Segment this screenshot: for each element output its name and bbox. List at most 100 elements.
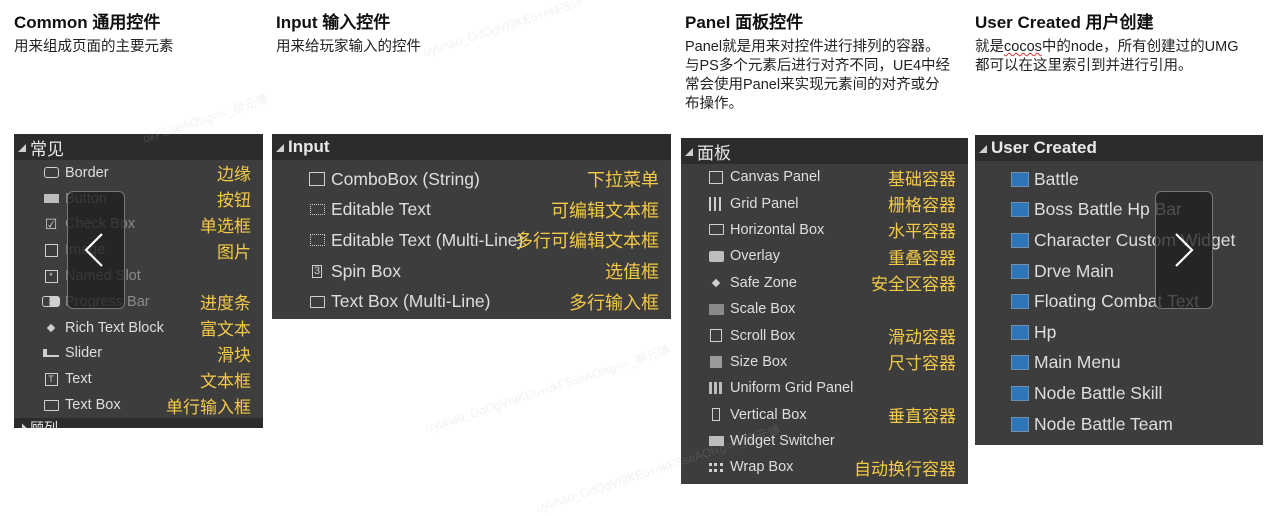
chevron-right-icon (1175, 233, 1194, 267)
user-widget-icon (1011, 385, 1029, 401)
text-icon: T (42, 372, 60, 386)
widget-list-item[interactable]: 3 Spin Box 选值框 (272, 256, 671, 287)
widget-list-item[interactable]: Canvas Panel 基础容器 (681, 164, 968, 190)
chinese-annotation: 富文本 (200, 320, 251, 340)
widget-list-item[interactable]: Main Menu (975, 348, 1263, 379)
widget-list-item[interactable]: Grid Panel 栅格容器 (681, 190, 968, 216)
widget-list-item[interactable]: Border 边缘 (14, 160, 263, 186)
widget-list-item[interactable]: ☑Check Box单选框 (14, 212, 263, 238)
column-title: User Created 用户创建 (975, 13, 1154, 32)
widget-list-item[interactable]: Horizontal Box 水平容器 (681, 217, 968, 243)
user-widget-icon (1011, 202, 1029, 218)
widget-list-item[interactable]: ComboBox (String) 下拉菜单 (272, 164, 671, 195)
widget-label: Text Box (Multi-Line) (331, 291, 491, 312)
widget-list-item[interactable]: Character Custom Widget (975, 225, 1263, 256)
chinese-annotation: 文本框 (200, 371, 251, 391)
widget-list-item[interactable]: Overlay 重叠容器 (681, 243, 968, 269)
chinese-annotation: 单行输入框 (166, 397, 251, 417)
widget-label: Canvas Panel (730, 169, 821, 186)
desc-misspelled-word: cocos (1004, 39, 1042, 55)
grid-panel-icon (707, 196, 725, 211)
widget-list-item[interactable]: Text Box (Multi-Line) 多行输入框 (272, 286, 671, 317)
widget-label: Rich Text Block (65, 319, 164, 336)
widget-list: Canvas Panel 基础容器 Grid Panel 栅格容器 Horizontal… (681, 164, 968, 481)
widget-list-item[interactable]: Battle (975, 164, 1263, 195)
vertical-box-icon (707, 408, 725, 422)
category-header[interactable]: Input (272, 134, 671, 160)
user-widget-icon (1011, 355, 1029, 371)
category-header-next[interactable]: 顾列 (14, 417, 263, 428)
widget-list-item[interactable]: Vertical Box 垂直容器 (681, 402, 968, 428)
widget-list-item[interactable]: Progress Bar进度条 (14, 289, 263, 315)
chinese-annotation: 选值框 (605, 262, 659, 283)
diamond-icon (42, 321, 60, 335)
widget-label: Slider (65, 345, 103, 362)
widget-list-item[interactable]: Widget Switcher (681, 428, 968, 454)
chinese-annotation: 多行输入框 (569, 292, 659, 313)
chinese-annotation: 基础容器 (888, 169, 956, 189)
widget-list-item[interactable]: Floating Combat Text (975, 286, 1263, 317)
widget-list-item[interactable]: Node Battle Team (975, 409, 1263, 440)
editable-text-icon (308, 203, 326, 217)
widget-label: Node Battle Skill (1034, 382, 1163, 403)
widget-list-item[interactable]: Uniform Grid Panel (681, 375, 968, 401)
combobox-icon (308, 172, 326, 187)
widget-list-item[interactable]: Hp (975, 317, 1263, 348)
widget-list-item[interactable]: Safe Zone 安全区容器 (681, 270, 968, 296)
widget-label: Widget Switcher (730, 433, 835, 450)
widget-list-item[interactable]: T Text 文本框 (14, 366, 263, 392)
widget-label: Wrap Box (730, 459, 794, 476)
widget-list-item[interactable]: Image图片 (14, 237, 263, 263)
widget-list-item[interactable]: Slider 滑块 (14, 341, 263, 367)
widget-list-item[interactable]: Boss Battle Hp Bar (975, 195, 1263, 226)
widget-list-item[interactable]: Size Box 尺寸容器 (681, 349, 968, 375)
watermark: uyuhao_OdOgVI9KEu+okFSseAOlxg==_柳元博 (424, 342, 672, 436)
column-title: Common 通用控件 (14, 13, 161, 32)
widget-list-item[interactable]: Wrap Box 自动换行容器 (681, 454, 968, 480)
category-header[interactable]: User Created (975, 135, 1263, 161)
chinese-annotation: 栅格容器 (888, 196, 956, 216)
widget-switcher-icon (707, 434, 725, 448)
widget-label: Hp (1034, 321, 1057, 342)
widget-list-item[interactable]: Editable Text 可编辑文本框 (272, 195, 671, 226)
carousel-next-button[interactable] (1155, 191, 1213, 309)
user-widget-icon (1011, 416, 1029, 432)
widget-label: Drve Main (1034, 260, 1114, 281)
widget-list-item[interactable]: Scale Box (681, 296, 968, 322)
widget-list-item[interactable]: Scroll Box 滑动容器 (681, 322, 968, 348)
chinese-annotation: 垂直容器 (888, 407, 956, 427)
chinese-annotation: 可编辑文本框 (551, 200, 659, 221)
widget-list-item[interactable]: Editable Text (Multi-Line) 多行可编辑文本框 (272, 225, 671, 256)
carousel-prev-button[interactable] (67, 191, 125, 309)
user-widget-icon (1011, 294, 1029, 310)
chinese-annotation: 滑动容器 (888, 328, 956, 348)
progress-bar-icon (42, 295, 60, 309)
category-header[interactable]: 面板 (681, 138, 968, 164)
overlay-icon (707, 249, 725, 263)
collapse-triangle-icon (16, 423, 28, 428)
palette-panel-panel: 面板 Canvas Panel 基础容器 Grid Panel 栅格容器 Horizon… (681, 138, 968, 484)
widget-list-item[interactable]: Drve Main (975, 256, 1263, 287)
widget-list-item[interactable]: *Named Slot (14, 263, 263, 289)
watermark: uyuhao_OdOgVI9KEu+okFSse (421, 0, 585, 60)
chinese-annotation: 重叠容器 (888, 248, 956, 268)
widget-label: Horizontal Box (730, 221, 825, 238)
widget-list-item[interactable]: Node Battle Skill (975, 378, 1263, 409)
textbox-multiline-icon (308, 295, 326, 309)
spinbox-icon: 3 (311, 264, 323, 278)
wrap-box-icon (707, 460, 725, 474)
widget-list-item[interactable]: Rich Text Block 富文本 (14, 315, 263, 341)
category-label: 常见 (30, 139, 64, 159)
category-label: 顾列 (30, 419, 58, 428)
widget-label: Vertical Box (730, 406, 807, 423)
widget-label: Main Menu (1034, 352, 1121, 373)
palette-panel-user-created: User Created Battle Boss Battle Hp Bar Cha… (975, 135, 1263, 445)
widget-label: Node Battle Team (1034, 413, 1173, 434)
widget-list-item[interactable]: Text Box 单行输入框 (14, 392, 263, 418)
horizontal-box-icon (707, 223, 725, 237)
widget-list-item[interactable]: Button按钮 (14, 186, 263, 212)
size-box-icon (707, 355, 725, 369)
widget-list: Battle Boss Battle Hp Bar Character Custom… (975, 161, 1263, 439)
category-header[interactable]: 常见 (14, 134, 263, 160)
button-icon (42, 192, 60, 206)
